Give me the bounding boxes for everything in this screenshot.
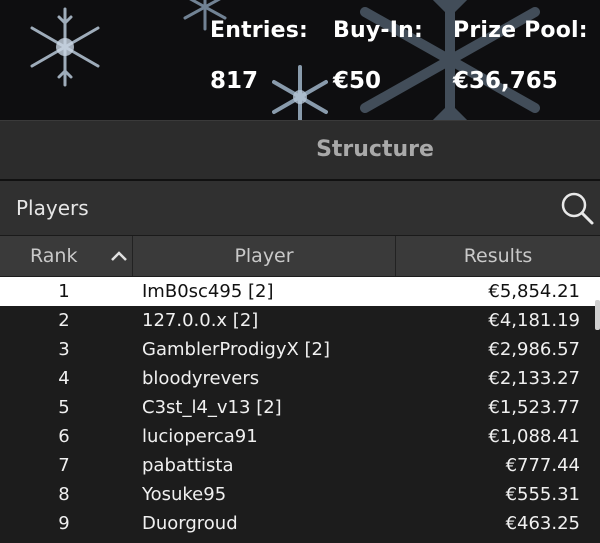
player-cell: Yosuke95 <box>142 484 227 505</box>
result-cell: €2,986.57 <box>488 339 580 360</box>
rank-cell: 3 <box>58 339 70 360</box>
scrollbar[interactable] <box>595 300 600 330</box>
result-cell: €4,181.19 <box>488 310 580 331</box>
tab-structure[interactable]: Structure <box>300 121 450 179</box>
table-row[interactable]: 8 Yosuke95 €555.31 <box>0 480 600 509</box>
player-cell: pabattista <box>142 455 234 476</box>
rank-cell: 1 <box>58 281 70 302</box>
player-cell: ImB0sc495 [2] <box>142 281 274 302</box>
rank-cell: 8 <box>58 484 70 505</box>
table-row[interactable]: 6 lucioperca91 €1,088.41 <box>0 422 600 451</box>
search-icon <box>561 192 594 225</box>
players-table-body: 1 ImB0sc495 [2] €5,854.21 2 127.0.0.x [2… <box>0 277 600 538</box>
prizepool-label: Prize Pool: <box>453 18 588 43</box>
result-cell: €1,523.77 <box>488 397 580 418</box>
result-cell: €1,088.41 <box>488 426 580 447</box>
table-row[interactable]: 1 ImB0sc495 [2] €5,854.21 <box>0 277 600 306</box>
table-row[interactable]: 4 bloodyrevers €2,133.27 <box>0 364 600 393</box>
rank-cell: 5 <box>58 397 70 418</box>
result-cell: €463.25 <box>505 513 580 534</box>
rank-cell: 9 <box>58 513 70 534</box>
tournament-banner: Entries: 817 Buy-In: €50 Prize Pool: €36… <box>0 0 600 120</box>
prizepool-value: €36,765 <box>453 68 558 94</box>
rank-header-label: Rank <box>30 245 78 267</box>
table-row[interactable]: 7 pabattista €777.44 <box>0 451 600 480</box>
buyin-label: Buy-In: <box>333 18 423 43</box>
player-cell: Duorgroud <box>142 513 238 534</box>
table-row[interactable]: 9 Duorgroud €463.25 <box>0 509 600 538</box>
rank-cell: 7 <box>58 455 70 476</box>
chevron-up-icon <box>111 251 127 261</box>
entries-value: 817 <box>210 68 259 94</box>
player-cell: lucioperca91 <box>142 426 258 447</box>
players-panel-header: Players <box>0 179 600 235</box>
result-cell: €777.44 <box>505 455 580 476</box>
rank-cell: 2 <box>58 310 70 331</box>
player-cell: C3st_l4_v13 [2] <box>142 397 282 418</box>
table-header: Rank Player Results <box>0 235 600 276</box>
search-button[interactable] <box>558 189 596 227</box>
entries-label: Entries: <box>210 18 309 43</box>
tab-bar: Structure <box>0 120 600 179</box>
result-cell: €2,133.27 <box>488 368 580 389</box>
player-cell: bloodyrevers <box>142 368 260 389</box>
player-cell: 127.0.0.x [2] <box>142 310 259 331</box>
table-row[interactable]: 5 C3st_l4_v13 [2] €1,523.77 <box>0 393 600 422</box>
result-cell: €555.31 <box>505 484 580 505</box>
result-cell: €5,854.21 <box>488 281 580 302</box>
column-header-rank[interactable]: Rank <box>0 236 133 276</box>
buyin-value: €50 <box>333 68 382 94</box>
column-header-results[interactable]: Results <box>396 236 600 276</box>
rank-cell: 4 <box>58 368 70 389</box>
table-row[interactable]: 2 127.0.0.x [2] €4,181.19 <box>0 306 600 335</box>
rank-cell: 6 <box>58 426 70 447</box>
players-title: Players <box>16 196 89 220</box>
snowflake-decoration <box>30 7 100 87</box>
table-row[interactable]: 3 GamblerProdigyX [2] €2,986.57 <box>0 335 600 364</box>
column-header-player[interactable]: Player <box>133 236 396 276</box>
player-cell: GamblerProdigyX [2] <box>142 339 331 360</box>
